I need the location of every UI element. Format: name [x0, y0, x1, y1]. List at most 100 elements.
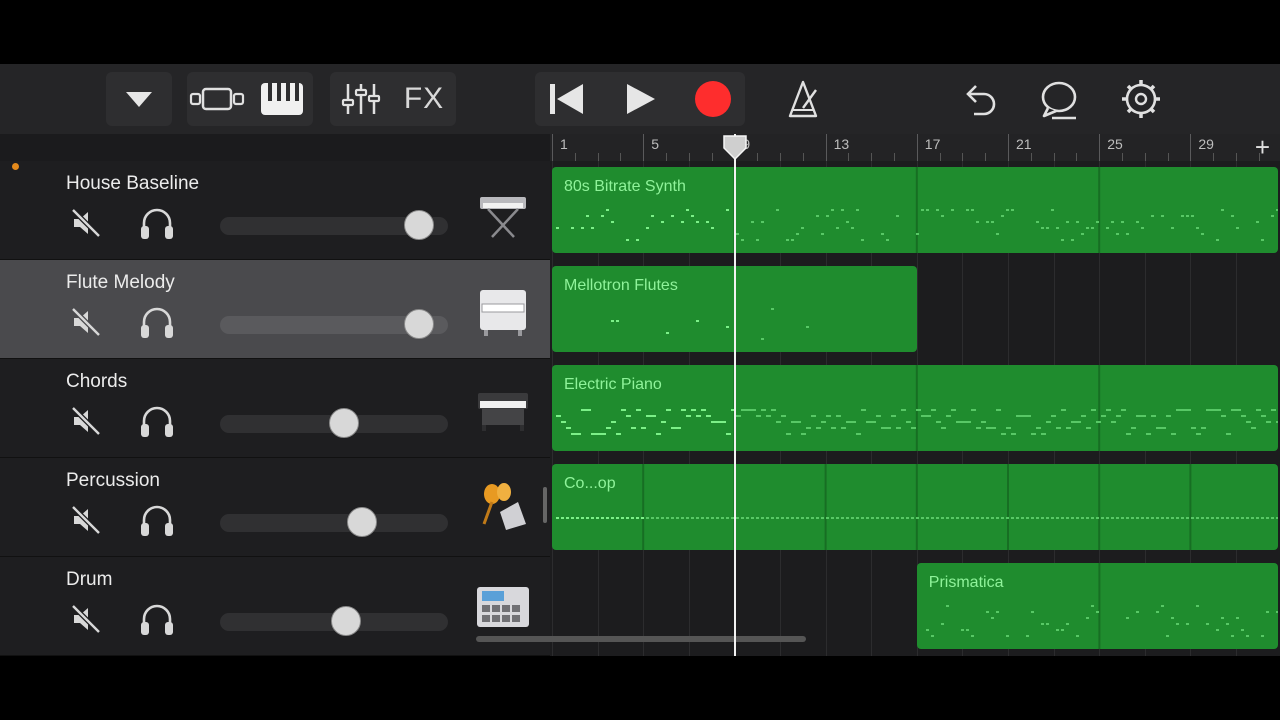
- mute-icon[interactable]: [70, 306, 102, 338]
- volume-slider[interactable]: [220, 606, 448, 636]
- headphones-icon[interactable]: [138, 306, 176, 340]
- go-to-start-icon[interactable]: [535, 72, 601, 126]
- playhead-handle[interactable]: [722, 134, 748, 160]
- ruler-label: 1: [560, 136, 568, 152]
- track-name: Flute Melody: [66, 272, 175, 293]
- ruler-tick: [688, 153, 690, 161]
- headphones-icon[interactable]: [138, 207, 176, 241]
- ruler-tick: [552, 134, 553, 161]
- ruler-tick: [666, 153, 667, 161]
- region-name: Electric Piano: [564, 376, 662, 393]
- region-name: 80s Bitrate Synth: [564, 178, 686, 195]
- volume-knob[interactable]: [404, 309, 435, 339]
- track-list-scrollbar[interactable]: [543, 487, 547, 523]
- playhead-line: [734, 134, 737, 656]
- mixer-fx-group: FX: [330, 72, 456, 126]
- ruler-tick: [1236, 153, 1237, 161]
- track-lanes[interactable]: 80s Bitrate Synth Mellotron Flutes Electri…: [550, 161, 1280, 656]
- region-co-op[interactable]: Co...op: [552, 464, 1278, 550]
- undo-icon[interactable]: [950, 72, 1004, 126]
- metronome-icon[interactable]: [776, 72, 830, 126]
- volume-knob[interactable]: [404, 210, 435, 240]
- mute-icon[interactable]: [70, 504, 102, 536]
- ruler-tick: [825, 134, 827, 161]
- keyboard-synth-icon: [480, 197, 526, 238]
- ruler-tick: [1190, 134, 1192, 161]
- ruler-tick: [1099, 134, 1101, 161]
- mixer-icon[interactable]: [330, 72, 392, 126]
- settings-icon[interactable]: [1114, 72, 1168, 126]
- region-name: Co...op: [564, 475, 616, 492]
- region-notes: [556, 464, 1278, 550]
- mellotron-icon: [480, 290, 526, 336]
- region-electric-piano[interactable]: Electric Piano: [552, 365, 1278, 451]
- track-view-icon[interactable]: [187, 72, 249, 126]
- ruler-tick: [1008, 134, 1009, 161]
- ruler-tick: [916, 134, 918, 161]
- maracas-cowbell-icon: [482, 483, 526, 530]
- ruler-tick: [802, 153, 804, 161]
- ruler-tick: [780, 153, 781, 161]
- keyboard-icon[interactable]: [251, 72, 313, 126]
- ruler-tick: [939, 153, 941, 161]
- electric-piano-icon: [478, 393, 528, 431]
- track-name: Chords: [66, 371, 128, 392]
- region-80s-bitrate-synth[interactable]: 80s Bitrate Synth: [552, 167, 1278, 253]
- volume-slider[interactable]: [220, 309, 448, 339]
- ruler-tick: [848, 153, 850, 161]
- volume-slider[interactable]: [220, 408, 448, 438]
- volume-slider[interactable]: [220, 210, 448, 240]
- timeline-scrollbar[interactable]: [476, 636, 806, 642]
- track-name: Percussion: [66, 470, 160, 491]
- ruler-tick: [643, 134, 645, 161]
- ruler-tick: [1213, 153, 1215, 161]
- add-section-button[interactable]: +: [1255, 132, 1270, 163]
- mute-icon[interactable]: [70, 405, 102, 437]
- volume-knob[interactable]: [330, 606, 361, 636]
- track-name: Drum: [66, 569, 113, 590]
- ruler-label: 17: [924, 136, 941, 152]
- volume-knob[interactable]: [346, 507, 377, 537]
- track-header-house-baseline[interactable]: House Baseline: [0, 161, 550, 260]
- region-name: Prismatica: [928, 574, 1004, 591]
- play-icon[interactable]: [607, 72, 673, 126]
- bar-ruler[interactable]: 1591317212529 +: [550, 132, 1280, 163]
- ruler-tick: [711, 153, 713, 161]
- ruler-label: 5: [651, 136, 659, 152]
- fx-button[interactable]: FX: [392, 72, 456, 126]
- mute-icon[interactable]: [70, 207, 102, 239]
- ruler-label: 25: [1107, 136, 1123, 152]
- view-group: [187, 72, 313, 126]
- record-icon[interactable]: [679, 72, 745, 126]
- volume-knob[interactable]: [328, 408, 359, 438]
- mute-icon[interactable]: [70, 603, 102, 635]
- drum-machine-icon: [477, 587, 529, 627]
- ruler-tick: [962, 153, 964, 161]
- track-header-percussion[interactable]: Percussion: [0, 458, 550, 557]
- headphones-icon[interactable]: [138, 603, 176, 637]
- ruler-tick: [1076, 153, 1078, 161]
- track-dropdown-icon: [126, 92, 152, 107]
- headphones-icon[interactable]: [138, 405, 176, 439]
- garageband-app: FX 1 5 13 17 21 25 29 + House Baseline F…: [0, 64, 1280, 656]
- ruler-tick: [757, 153, 759, 161]
- headphones-icon[interactable]: [138, 504, 176, 538]
- toolbar: FX: [0, 64, 1280, 134]
- ruler-tick: [597, 153, 599, 161]
- region-prismatica[interactable]: Prismatica: [916, 563, 1278, 649]
- track-header-drum[interactable]: Drum: [0, 557, 550, 656]
- ruler-label: 21: [1016, 136, 1032, 152]
- volume-slider[interactable]: [220, 507, 448, 537]
- transport-group: [535, 72, 745, 126]
- track-dropdown-button[interactable]: [106, 72, 172, 126]
- ruler-tick: [985, 153, 987, 161]
- track-header-flute-melody[interactable]: Flute Melody: [0, 260, 550, 359]
- ruler-tick: [871, 153, 873, 161]
- loop-icon[interactable]: [1032, 72, 1086, 126]
- ruler-tick: [1053, 153, 1055, 161]
- track-header-chords[interactable]: Chords: [0, 359, 550, 458]
- ruler-tick: [1144, 153, 1146, 161]
- region-name: Mellotron Flutes: [564, 277, 678, 294]
- armed-indicator: [12, 163, 19, 170]
- ruler-tick: [1122, 153, 1123, 161]
